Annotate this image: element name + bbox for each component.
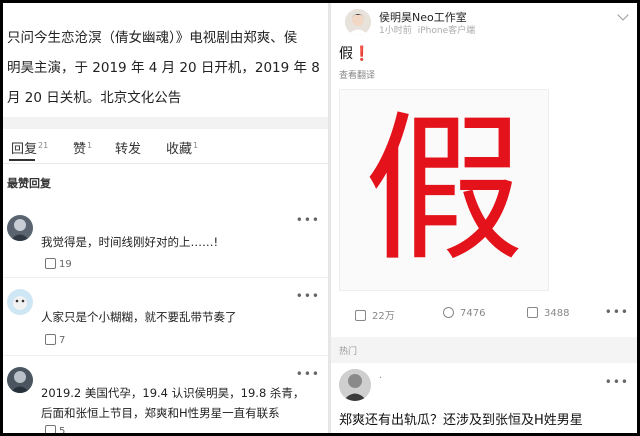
screenshot-frame: 只问今生恋沧溟（倩女幽魂）》电视剧由郑爽、侯 明昊主演，于 2019 年 4 月…: [3, 3, 637, 433]
thumbs-up-icon: [45, 258, 56, 269]
comment-line: 2019.2 美国代孕，19.4 认识侯明昊，19.8 杀青，: [41, 386, 305, 400]
more-options-icon[interactable]: •••: [296, 213, 320, 227]
tab-replies[interactable]: 回复21: [11, 138, 48, 157]
tab-likes[interactable]: 赞1: [73, 138, 92, 157]
avatar[interactable]: [339, 369, 371, 401]
thumbs-up-icon: [45, 334, 56, 345]
comment-count: 7476: [460, 308, 486, 319]
chevron-down-icon[interactable]: [617, 9, 629, 21]
tab-label: 回复: [11, 142, 38, 157]
post-client: iPhone客户端: [417, 26, 476, 36]
repost-count: 22万: [372, 311, 395, 322]
trending-headline[interactable]: 郑爽还有出轨瓜？还涉及到张恒及H姓男星: [339, 409, 583, 428]
interaction-tabs: 回复21 赞1 转发 收藏1: [3, 131, 328, 164]
avatar[interactable]: [7, 289, 33, 315]
post-line: 明昊主演，于 2019 年 4 月 20 日开机，2019 年 8: [7, 60, 320, 76]
post-meta: 1小时前 iPhone客户端: [379, 23, 481, 36]
avatar[interactable]: [7, 367, 33, 393]
more-options-icon[interactable]: •••: [605, 375, 629, 389]
comment-text: 人家只是个小糊糊，就不要乱带节奏了: [41, 310, 237, 324]
repost-icon: [355, 310, 366, 321]
image-character: 假: [363, 96, 524, 283]
tab-reposts[interactable]: 转发: [115, 138, 141, 157]
avatar[interactable]: [345, 9, 371, 35]
like-count: 7: [59, 335, 66, 346]
divider: [3, 355, 328, 356]
post-line: 月 20 日关机。北京文化公告: [7, 90, 182, 106]
thumbs-up-icon: [45, 425, 56, 433]
top-replies-heading: 最赞回复: [7, 177, 51, 190]
avatar[interactable]: [7, 215, 33, 241]
tab-label: 收藏: [166, 142, 193, 157]
comment-line: 后面和张恒上节目，郑爽和H性男星一直有联系: [41, 406, 280, 420]
more-options-icon[interactable]: •••: [296, 367, 320, 381]
tab-count: 21: [38, 140, 49, 150]
divider: [3, 277, 328, 278]
like-button[interactable]: 5: [45, 425, 65, 433]
like-count: 5: [59, 426, 66, 433]
post-body: 只问今生恋沧溟（倩女幽魂）》电视剧由郑爽、侯 明昊主演，于 2019 年 4 月…: [7, 23, 325, 113]
like-count: 3488: [544, 308, 570, 319]
comment-button[interactable]: 7476: [443, 307, 485, 319]
translate-link[interactable]: 查看翻译: [339, 68, 375, 81]
tab-favorites[interactable]: 收藏1: [166, 138, 198, 157]
post-meta: ·: [379, 373, 383, 384]
exclamation-icon: ❗: [353, 46, 371, 62]
comment-text: 2019.2 美国代孕，19.4 认识侯明昊，19.8 杀青， 后面和张恒上节目…: [41, 383, 321, 423]
comment-text: 我觉得是，时间线刚好对的上……!: [41, 235, 219, 249]
thumbs-up-icon: [527, 307, 538, 318]
hot-section-label: 热门: [339, 347, 358, 357]
like-button[interactable]: 19: [45, 258, 72, 270]
comment-icon: [443, 307, 454, 318]
post-line: 只问今生恋沧溟（倩女幽魂）》电视剧由郑爽、侯: [7, 30, 298, 46]
post-time: 1小时前: [379, 26, 412, 36]
tab-label: 赞: [73, 142, 87, 157]
active-tab-indicator: [9, 159, 35, 161]
tab-label: 转发: [115, 142, 142, 157]
more-options-icon[interactable]: •••: [296, 289, 320, 303]
more-options-icon[interactable]: •••: [605, 305, 629, 319]
repost-button[interactable]: 22万: [355, 307, 395, 322]
section-gap: [3, 117, 328, 129]
action-bar: 22万 7476 3488: [331, 299, 637, 327]
tab-count: 1: [193, 140, 199, 150]
like-count: 19: [59, 259, 72, 270]
post-word: 假: [339, 46, 353, 62]
section-gap: 热门: [331, 337, 637, 363]
weibo-post-panel: 侯明昊Neo工作室 1小时前 iPhone客户端 假❗ 查看翻译 假 22万 74…: [331, 3, 637, 433]
post-image[interactable]: 假: [339, 89, 549, 291]
like-button[interactable]: 7: [45, 334, 65, 346]
tab-count: 1: [87, 140, 93, 150]
like-button[interactable]: 3488: [527, 307, 569, 319]
post-text: 假❗: [339, 43, 370, 63]
comments-panel: 只问今生恋沧溟（倩女幽魂）》电视剧由郑爽、侯 明昊主演，于 2019 年 4 月…: [3, 3, 328, 433]
